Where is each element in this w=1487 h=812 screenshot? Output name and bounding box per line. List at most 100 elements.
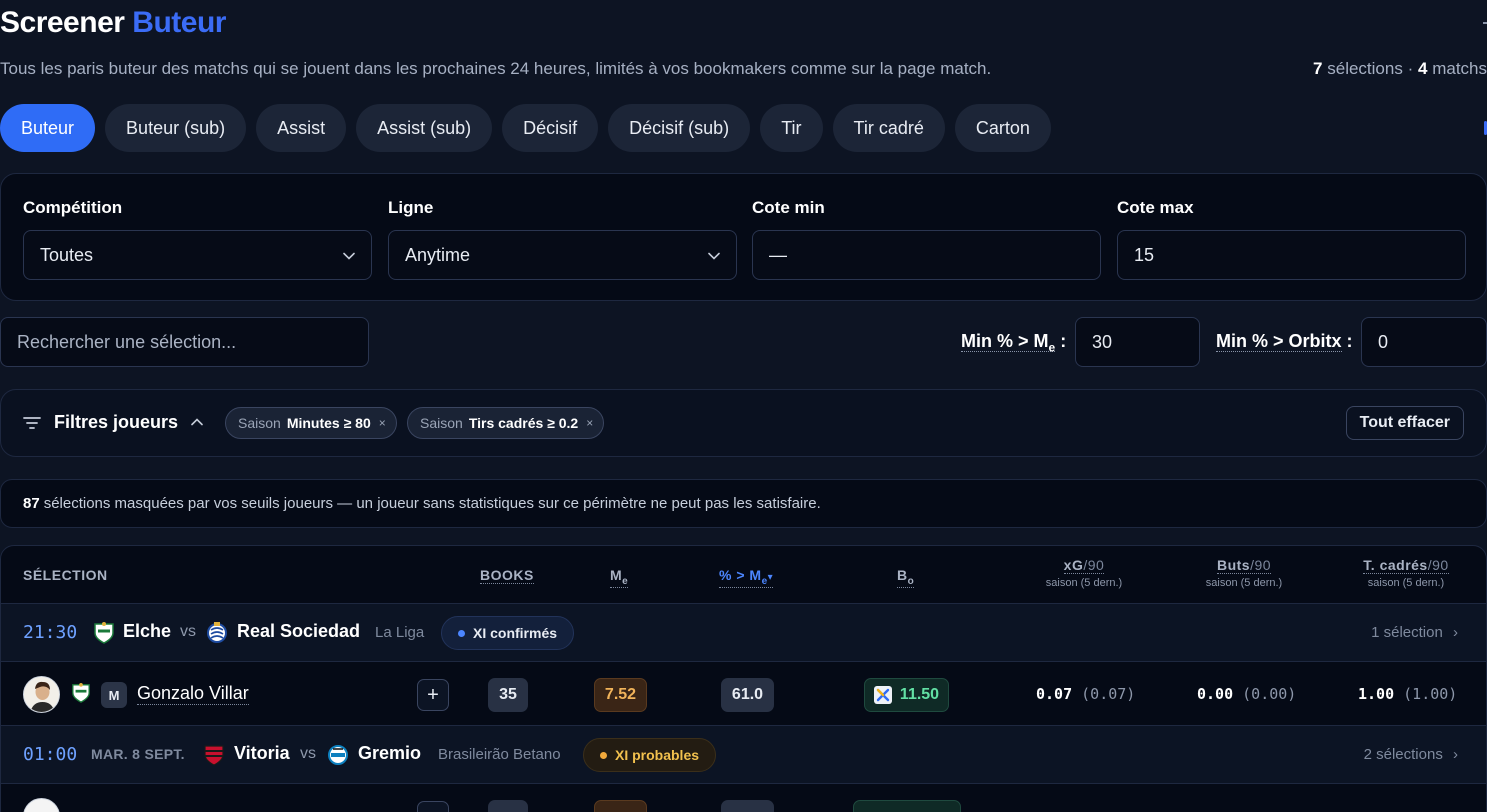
goals-stat: 0.00 (0.00) xyxy=(1197,685,1296,703)
books-count xyxy=(488,800,528,812)
add-selection-button[interactable]: + xyxy=(417,679,449,711)
league-name: La Liga xyxy=(375,624,425,641)
chip-key: Saison xyxy=(238,415,281,431)
tab-tir[interactable]: Tir xyxy=(760,104,823,152)
sort-desc-icon: ▾ xyxy=(767,572,774,583)
away-team: Real Sociedad xyxy=(237,621,361,641)
min-me-label-sub: e xyxy=(1048,340,1056,355)
col-bo-text: B xyxy=(897,567,908,583)
selection-summary: 7 sélections · 4 matchs xyxy=(1313,59,1487,79)
col-me[interactable]: Me xyxy=(610,567,629,588)
match-row[interactable]: 21:30 Elche vs Real Sociedad La Liga XI … xyxy=(1,604,1486,662)
col-bo[interactable]: Bo xyxy=(897,567,915,588)
table-row[interactable] xyxy=(1,784,1486,812)
chip-value: Tirs cadrés ≥ 0.2 xyxy=(468,415,579,431)
col-me-sub: e xyxy=(622,575,629,587)
col-xg-note: saison (5 dern.) xyxy=(1045,577,1123,589)
avatar xyxy=(23,798,60,812)
status-dot-icon xyxy=(458,629,465,637)
page-title: Screener Buteur xyxy=(0,6,226,40)
best-odds-value: 11.50 xyxy=(899,686,940,703)
chevron-right-icon: › xyxy=(1453,624,1458,641)
best-odds[interactable]: 11.50 xyxy=(864,678,949,712)
lineup-status-badge: XI probables xyxy=(583,738,717,772)
close-icon[interactable]: × xyxy=(586,416,593,430)
match-selection-count[interactable]: 1 sélection › xyxy=(1371,624,1458,641)
tab-carton[interactable]: Carton xyxy=(954,104,1051,152)
odds-max-filter: Cote max 15 xyxy=(1117,198,1466,280)
home-team: Vitoria xyxy=(234,743,290,763)
competition-filter: Compétition Toutes xyxy=(23,198,372,280)
match-selection-count[interactable]: 2 sélections › xyxy=(1364,746,1458,763)
market-tabs: Buteur Buteur (sub) Assist Assist (sub) … xyxy=(0,104,1051,152)
line-select[interactable]: Anytime xyxy=(388,230,737,280)
filter-chip-minutes[interactable]: Saison Minutes ≥ 80 × xyxy=(225,407,397,439)
filter-icon xyxy=(23,416,41,430)
edge-dash xyxy=(1483,22,1487,24)
close-icon[interactable]: × xyxy=(379,416,386,430)
table-row[interactable]: M Gonzalo Villar + 35 7.52 61.0 11.50 0.… xyxy=(1,662,1486,726)
min-me-input[interactable]: 30 xyxy=(1075,317,1200,367)
competition-select[interactable]: Toutes xyxy=(23,230,372,280)
page-subtitle: Tous les paris buteur des matchs qui se … xyxy=(0,59,992,78)
col-xg[interactable]: xG/90 saison (5 dern.) xyxy=(1042,557,1126,589)
tab-decisif-sub[interactable]: Décisif (sub) xyxy=(608,104,751,152)
min-orbitx-value: 0 xyxy=(1378,331,1389,352)
match-row[interactable]: 01:00 MAR. 8 SEPT. Vitoria vs Gremio Bra… xyxy=(1,726,1486,784)
pct-above-me: 61.0 xyxy=(721,678,774,712)
col-buts-text: Buts xyxy=(1216,557,1251,573)
min-me-label: Min % > Me : xyxy=(961,331,1066,355)
elche-crest-icon xyxy=(93,621,115,645)
col-pct-me-text: % > M xyxy=(719,567,762,583)
tab-buteur-sub[interactable]: Buteur (sub) xyxy=(105,104,247,152)
best-odds[interactable] xyxy=(853,800,961,812)
elche-crest-icon xyxy=(71,682,93,706)
competition-value: Toutes xyxy=(40,244,94,265)
chevron-down-icon xyxy=(708,247,720,263)
chevron-right-icon: › xyxy=(1453,746,1458,763)
line-value: Anytime xyxy=(405,244,471,265)
vs-label: vs xyxy=(300,745,316,762)
col-tcadres-per90: /90 xyxy=(1427,557,1449,573)
odds-max-input[interactable]: 15 xyxy=(1117,230,1466,280)
chip-value: Minutes ≥ 80 xyxy=(286,415,371,431)
shots-value: 1.00 xyxy=(1358,685,1395,703)
tab-assist[interactable]: Assist xyxy=(256,104,347,152)
col-buts-note: saison (5 dern.) xyxy=(1205,577,1283,589)
pct-above-me xyxy=(721,800,774,812)
min-orbitx-input[interactable]: 0 xyxy=(1361,317,1487,367)
col-buts[interactable]: Buts/90 saison (5 dern.) xyxy=(1202,557,1286,589)
tab-tir-cadre[interactable]: Tir cadré xyxy=(832,104,945,152)
col-selection[interactable]: SÉLECTION xyxy=(23,567,108,583)
page-title-accent: Buteur xyxy=(132,6,226,39)
xg-value: 0.07 xyxy=(1036,685,1073,703)
col-pct-me[interactable]: % > Me▾ xyxy=(719,567,774,588)
add-selection-button[interactable] xyxy=(417,801,449,812)
position-badge: M xyxy=(101,682,127,708)
odds-min-filter: Cote min — xyxy=(752,198,1101,280)
lineup-status-text: XI probables xyxy=(615,747,700,763)
league-name: Brasileirão Betano xyxy=(438,746,561,763)
chevron-up-icon[interactable] xyxy=(191,412,203,429)
xg-stat: 0.07 (0.07) xyxy=(1036,685,1135,703)
books-count: 35 xyxy=(488,678,528,712)
shots-on-target-stat: 1.00 (1.00) xyxy=(1358,685,1457,703)
search-input[interactable]: Rechercher une sélection... xyxy=(0,317,369,367)
clear-all-button[interactable]: Tout effacer xyxy=(1345,406,1464,440)
player-name[interactable]: Gonzalo Villar xyxy=(137,683,249,705)
match-time: 21:30 xyxy=(23,622,78,643)
page-title-main: Screener xyxy=(0,6,125,39)
col-tcadres[interactable]: T. cadrés/90 saison (5 dern.) xyxy=(1358,557,1454,589)
player-filters-toggle[interactable]: Filtres joueurs xyxy=(54,412,178,433)
chip-key: Saison xyxy=(420,415,463,431)
selections-label: sélections xyxy=(1327,59,1403,78)
tab-assist-sub[interactable]: Assist (sub) xyxy=(356,104,493,152)
tab-decisif[interactable]: Décisif xyxy=(502,104,599,152)
col-books[interactable]: BOOKS xyxy=(480,567,534,584)
odds-min-input[interactable]: — xyxy=(752,230,1101,280)
col-tcadres-text: T. cadrés xyxy=(1363,557,1428,573)
tab-buteur[interactable]: Buteur xyxy=(0,104,96,152)
player-filters-bar: Filtres joueurs Saison Minutes ≥ 80 × Sa… xyxy=(0,389,1487,457)
search-placeholder: Rechercher une sélection... xyxy=(17,331,237,352)
filter-chip-shots[interactable]: Saison Tirs cadrés ≥ 0.2 × xyxy=(407,407,605,439)
